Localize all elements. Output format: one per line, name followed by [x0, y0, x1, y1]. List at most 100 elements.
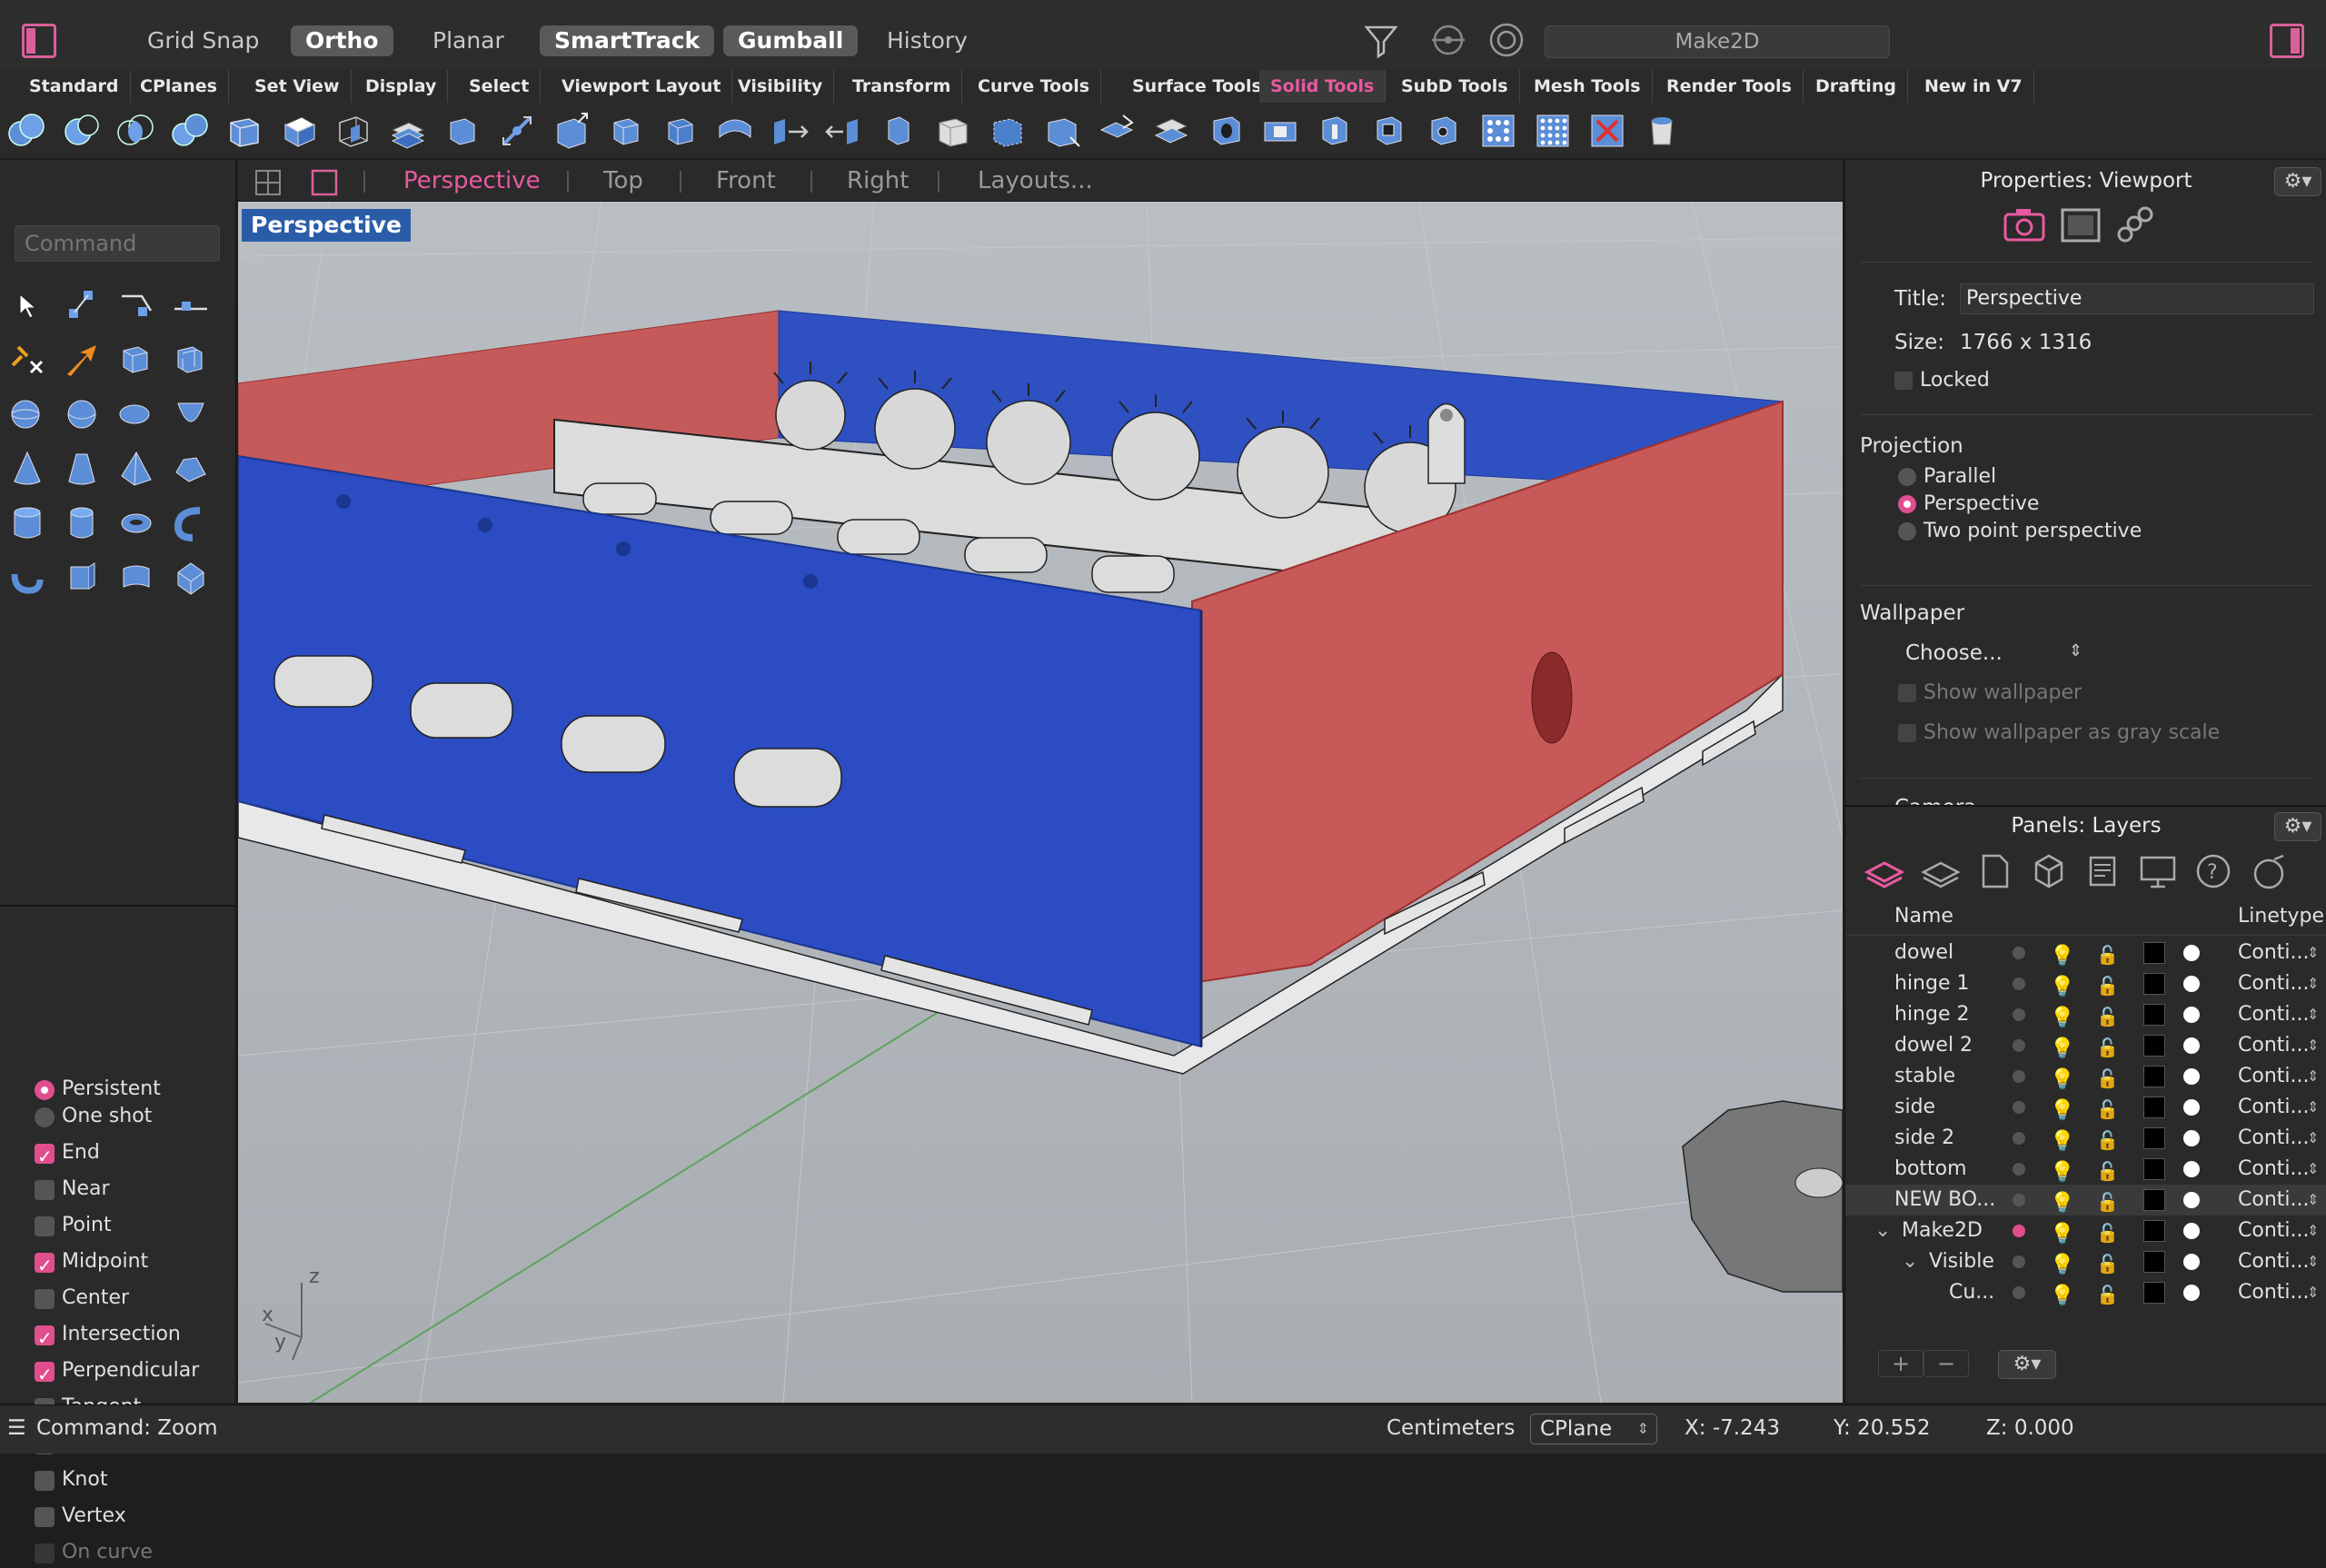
tab-display[interactable]: Display [354, 70, 449, 103]
layer-name[interactable]: stable [1894, 1061, 2049, 1092]
wireframe-box-icon[interactable] [987, 110, 1029, 152]
cylinder-icon[interactable] [5, 501, 49, 545]
point-checkbox[interactable] [35, 1216, 55, 1236]
chevron-updown-icon[interactable]: ⇕ [2307, 1185, 2319, 1216]
mesh-box-icon[interactable] [169, 338, 213, 382]
layer-material-icon[interactable] [2183, 1254, 2200, 1270]
sphere-icon[interactable] [5, 392, 49, 436]
command-history-icon[interactable]: ☰ [7, 1416, 26, 1440]
layer-row[interactable]: dowel 💡 🔓 Conti... ⇕ [1845, 938, 2326, 968]
tab-perspective[interactable]: Perspective [403, 165, 541, 196]
smarttrack-button[interactable]: SmartTrack [540, 25, 715, 56]
current-layer-indicator[interactable] [2013, 1132, 2025, 1145]
notes-icon[interactable] [2083, 852, 2122, 890]
tab-solid-tools[interactable]: Solid Tools [1259, 70, 1387, 103]
gumball-button[interactable]: Gumball [723, 25, 859, 56]
on-curve-checkbox[interactable] [35, 1543, 55, 1563]
curve-tools-icon[interactable] [5, 338, 49, 382]
tab-layouts[interactable]: Layouts... [978, 165, 1093, 196]
polyline-icon[interactable] [114, 283, 158, 327]
visibility-bulb-icon[interactable]: 💡 [2050, 1250, 2074, 1281]
solid-blue-box-icon[interactable] [605, 110, 647, 152]
current-layer-indicator[interactable] [2013, 1008, 2025, 1021]
cplane-select[interactable]: CPlane ⇕ [1530, 1414, 1657, 1444]
tab-viewport-layout[interactable]: Viewport Layout [551, 70, 733, 103]
surface-from-curves-icon[interactable] [60, 338, 104, 382]
unroll-icon[interactable] [1096, 110, 1138, 152]
current-layer-indicator[interactable] [2013, 1070, 2025, 1083]
layer-linetype[interactable]: Conti... [2238, 1246, 2309, 1277]
fillet-edge-icon[interactable] [878, 110, 919, 152]
grid-snap-button[interactable]: Grid Snap [133, 25, 273, 56]
knot-checkbox[interactable] [35, 1471, 55, 1491]
one-shot-radio[interactable] [35, 1107, 55, 1127]
tab-drafting[interactable]: Drafting [1804, 70, 1908, 103]
right-panel-toggle-icon[interactable] [2270, 24, 2304, 58]
chevron-updown-icon[interactable]: ⇕ [2307, 999, 2319, 1030]
center-checkbox[interactable] [35, 1289, 55, 1309]
perspective-viewport[interactable]: z x y Perspective [238, 202, 1843, 1403]
lock-icon[interactable]: 🔓 [2096, 1248, 2119, 1279]
history-button[interactable]: History [872, 25, 982, 56]
extract-surface-icon[interactable] [333, 110, 374, 152]
layer-row[interactable]: dowel 2 💡 🔓 Conti... ⇕ [1845, 1030, 2326, 1061]
current-layer-indicator[interactable] [2013, 1101, 2025, 1114]
layer-name[interactable]: hinge 2 [1894, 999, 2049, 1030]
lock-icon[interactable]: 🔓 [2096, 939, 2119, 970]
layer-material-icon[interactable] [2183, 1037, 2200, 1054]
array-hole-grid-icon[interactable] [1532, 110, 1574, 152]
array-hole-circular-icon[interactable] [1477, 110, 1519, 152]
layer-linetype[interactable]: Conti... [2238, 1061, 2309, 1092]
boolean-intersection-icon[interactable] [114, 110, 156, 152]
intersection-checkbox[interactable] [35, 1323, 55, 1354]
tab-standard[interactable]: Standard [18, 70, 131, 103]
layer-color-swatch[interactable] [2143, 1035, 2165, 1057]
tab-right[interactable]: Right [847, 165, 909, 196]
extrude-surface-icon[interactable] [114, 556, 158, 600]
osnap-target-icon[interactable] [1428, 20, 1468, 60]
lock-icon[interactable]: 🔓 [2096, 1186, 2119, 1217]
parallel-radio[interactable] [1898, 468, 1916, 486]
boolean-split-icon[interactable] [169, 110, 211, 152]
layer-name[interactable]: Make2D [1902, 1216, 2056, 1246]
display-monitor-icon[interactable] [2138, 852, 2178, 890]
layer-material-icon[interactable] [2183, 1285, 2200, 1301]
near-checkbox[interactable] [35, 1180, 55, 1200]
current-layer-indicator[interactable] [2013, 1194, 2025, 1206]
tube-icon[interactable] [60, 501, 104, 545]
visibility-bulb-icon[interactable]: 💡 [2050, 941, 2074, 972]
layer-linetype[interactable]: Conti... [2238, 1154, 2309, 1185]
visibility-bulb-icon[interactable]: 💡 [2050, 972, 2074, 1003]
ortho-button[interactable]: Ortho [291, 25, 393, 56]
layer-row[interactable]: ⌄ Visible 💡 🔓 Conti... ⇕ [1845, 1246, 2326, 1277]
layer-material-icon[interactable] [2183, 1068, 2200, 1085]
layer-name[interactable]: side 2 [1894, 1123, 2049, 1154]
rotate-hole-icon[interactable] [1368, 110, 1410, 152]
visibility-bulb-icon[interactable]: 💡 [2050, 1281, 2074, 1312]
record-history-icon[interactable] [1486, 20, 1526, 60]
wallpaper-choose-select[interactable]: Choose... [1905, 641, 2003, 665]
planar-button[interactable]: Planar [418, 25, 519, 56]
layer-row[interactable]: NEW BO... 💡 🔓 Conti... ⇕ [1845, 1185, 2326, 1216]
chevron-updown-icon[interactable]: ⇕ [2307, 1154, 2319, 1185]
cylinder-cup-icon[interactable] [1641, 110, 1683, 152]
stack-boxes-icon[interactable] [1150, 110, 1192, 152]
layer-material-icon[interactable] [2183, 1161, 2200, 1177]
boolean-difference-icon[interactable] [60, 110, 102, 152]
layer-states-icon[interactable] [1920, 852, 1962, 890]
title-input[interactable]: Perspective [1960, 283, 2314, 314]
lock-icon[interactable]: 🔓 [2096, 1094, 2119, 1125]
materials-icon[interactable] [2249, 852, 2291, 890]
display-tab-icon[interactable] [2060, 207, 2102, 243]
pyramid-icon[interactable] [114, 447, 158, 491]
shell-icon[interactable] [1041, 110, 1083, 152]
tab-cplanes[interactable]: CPlanes [129, 70, 229, 103]
layer-linetype[interactable]: Conti... [2238, 1123, 2309, 1154]
layer-name[interactable]: dowel [1894, 938, 2049, 968]
cap-planar-holes-icon[interactable] [278, 110, 320, 152]
current-layer-indicator[interactable] [2013, 947, 2025, 959]
tab-mesh-tools[interactable]: Mesh Tools [1523, 70, 1653, 103]
ellipsoid-flat-icon[interactable] [114, 392, 158, 436]
pipe-icon[interactable] [169, 501, 213, 545]
chevron-updown-icon[interactable]: ⇕ [2307, 1216, 2319, 1246]
